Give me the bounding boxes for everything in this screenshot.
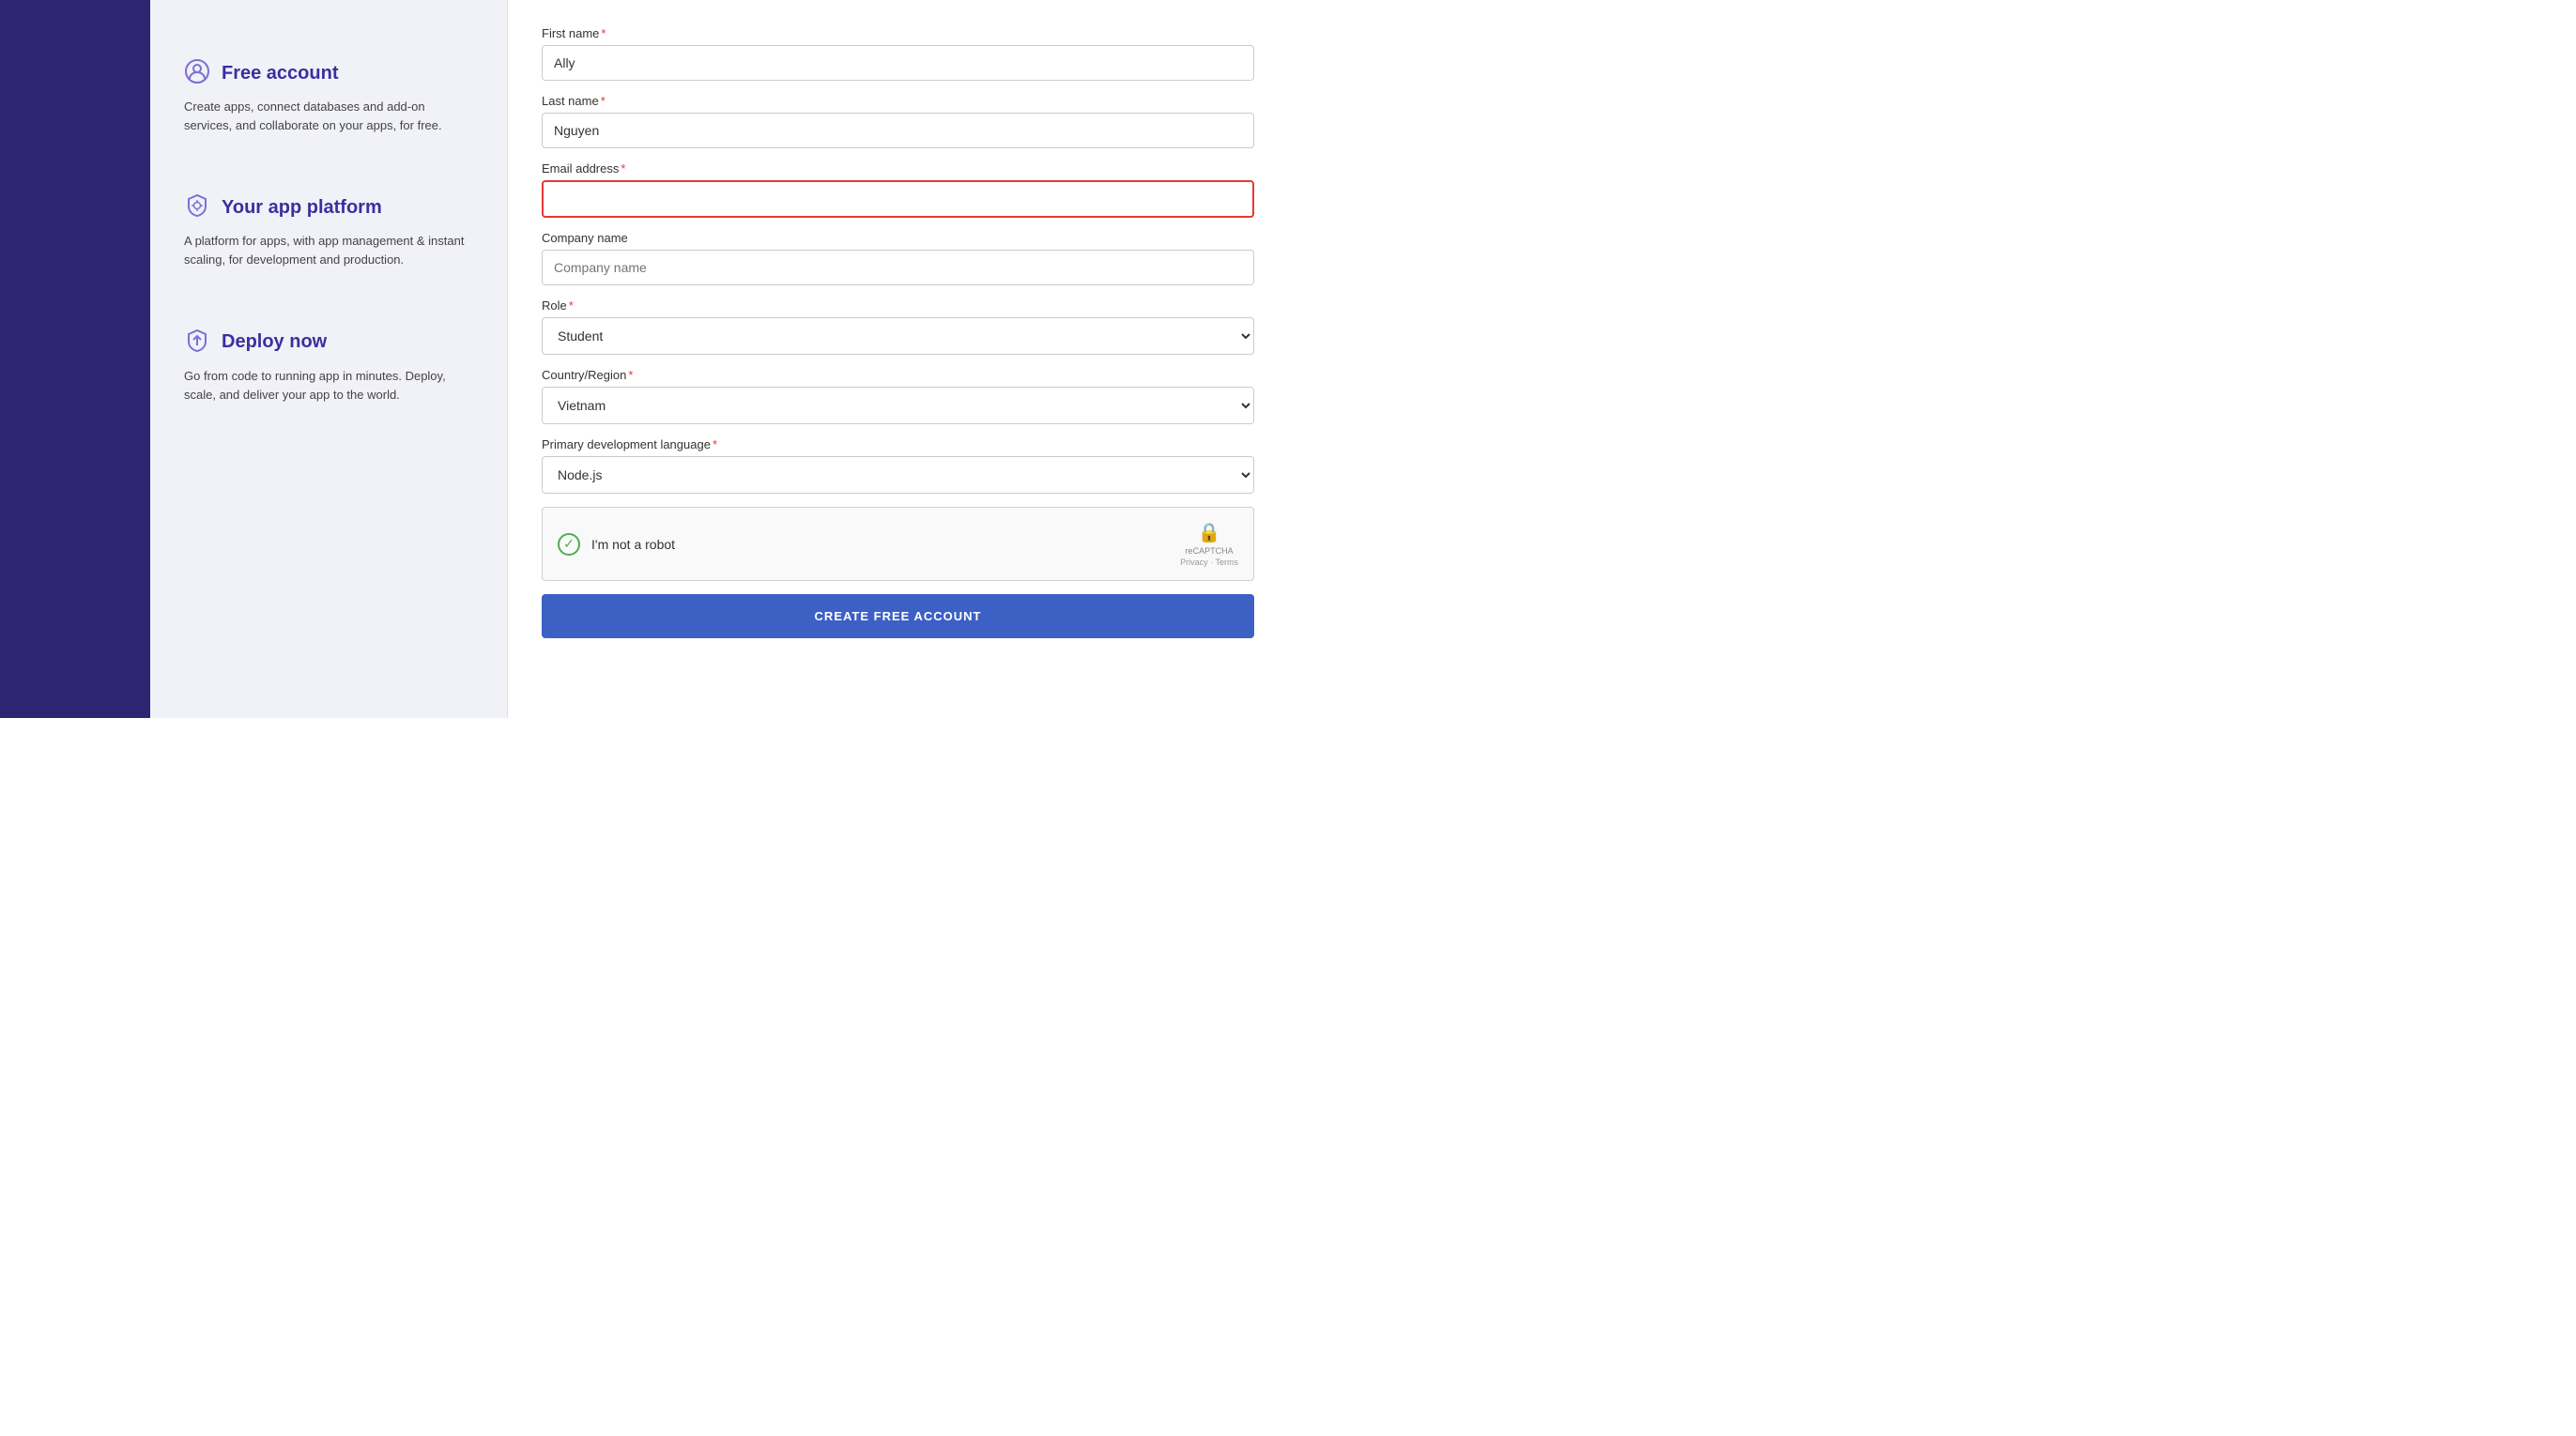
shield-gear-icon bbox=[184, 192, 210, 222]
divider-1 bbox=[184, 163, 473, 164]
company-label: Company name bbox=[542, 231, 1254, 245]
country-group: Country/Region* Vietnam United States Un… bbox=[542, 368, 1254, 424]
company-input[interactable] bbox=[542, 250, 1254, 285]
feature-free-account-header: Free account bbox=[184, 58, 473, 88]
feature-deploy-now-title: Deploy now bbox=[222, 331, 327, 353]
feature-deploy-now: Deploy now Go from code to running app i… bbox=[184, 316, 473, 416]
recaptcha-brand-name: reCAPTCHA bbox=[1186, 546, 1234, 556]
first-name-input[interactable] bbox=[542, 45, 1254, 81]
last-name-input[interactable] bbox=[542, 113, 1254, 148]
create-account-button[interactable]: CREATE FREE ACCOUNT bbox=[542, 594, 1254, 638]
user-circle-icon bbox=[184, 58, 210, 88]
recaptcha-left: ✓ I'm not a robot bbox=[558, 533, 675, 556]
feature-app-platform-desc: A platform for apps, with app management… bbox=[184, 232, 473, 269]
feature-free-account-desc: Create apps, connect databases and add-o… bbox=[184, 98, 473, 135]
upload-cloud-icon bbox=[184, 328, 210, 358]
recaptcha-branding: 🔒 reCAPTCHA Privacy · Terms bbox=[1180, 521, 1238, 567]
feature-free-account: Free account Create apps, connect databa… bbox=[184, 47, 473, 146]
feature-deploy-now-desc: Go from code to running app in minutes. … bbox=[184, 367, 473, 405]
feature-free-account-title: Free account bbox=[222, 63, 338, 84]
recaptcha-checkmark: ✓ bbox=[558, 533, 580, 556]
role-select[interactable]: Student Developer Designer Manager Other bbox=[542, 317, 1254, 355]
email-group: Email address* bbox=[542, 161, 1254, 218]
divider-2 bbox=[184, 298, 473, 299]
recaptcha-widget[interactable]: ✓ I'm not a robot 🔒 reCAPTCHA Privacy · … bbox=[542, 507, 1254, 581]
role-label: Role* bbox=[542, 298, 1254, 313]
left-info-panel: Free account Create apps, connect databa… bbox=[150, 0, 507, 718]
email-label: Email address* bbox=[542, 161, 1254, 176]
last-name-label: Last name* bbox=[542, 94, 1254, 108]
first-name-label: First name* bbox=[542, 26, 1254, 40]
first-name-group: First name* bbox=[542, 26, 1254, 81]
role-group: Role* Student Developer Designer Manager… bbox=[542, 298, 1254, 355]
recaptcha-logo-icon: 🔒 bbox=[1198, 521, 1221, 544]
feature-app-platform-header: Your app platform bbox=[184, 192, 473, 222]
email-input[interactable] bbox=[542, 180, 1254, 218]
dev-language-label: Primary development language* bbox=[542, 437, 1254, 451]
dev-language-select[interactable]: Node.js Python Ruby Java PHP Go Other bbox=[542, 456, 1254, 494]
last-name-group: Last name* bbox=[542, 94, 1254, 148]
dev-language-group: Primary development language* Node.js Py… bbox=[542, 437, 1254, 494]
recaptcha-label: I'm not a robot bbox=[591, 537, 675, 552]
feature-app-platform: Your app platform A platform for apps, w… bbox=[184, 181, 473, 281]
company-group: Company name bbox=[542, 231, 1254, 285]
signup-form-panel: First name* Last name* Email address* Co… bbox=[507, 0, 1288, 718]
country-label: Country/Region* bbox=[542, 368, 1254, 382]
recaptcha-policy-links: Privacy · Terms bbox=[1180, 558, 1238, 567]
feature-app-platform-title: Your app platform bbox=[222, 197, 382, 219]
feature-deploy-now-header: Deploy now bbox=[184, 328, 473, 358]
country-select[interactable]: Vietnam United States United Kingdom Ind… bbox=[542, 387, 1254, 424]
